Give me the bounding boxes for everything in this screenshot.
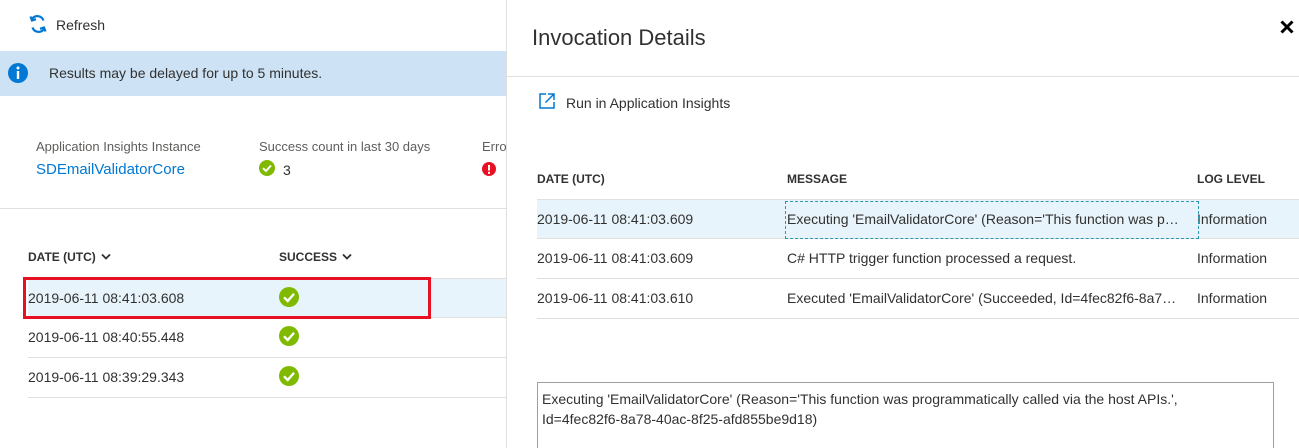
success-count-value: 3 [283, 161, 291, 178]
column-header-date: DATE (UTC) [537, 172, 605, 186]
refresh-icon [28, 14, 48, 37]
divider [0, 208, 506, 209]
log-message: C# HTTP trigger function processed a req… [787, 250, 1077, 266]
success-count: 3 [259, 160, 291, 179]
delay-banner: Results may be delayed for up to 5 minut… [0, 51, 506, 96]
log-message: Executing 'EmailValidatorCore' (Reason='… [787, 211, 1183, 227]
log-date: 2019-06-11 08:41:03.610 [537, 290, 694, 306]
table-row[interactable]: 2019-06-11 08:41:03.609 Executing 'Email… [537, 199, 1299, 239]
invocations-pane: Refresh Results may be delayed for up to… [0, 0, 506, 448]
log-level: Information [1197, 211, 1268, 227]
success-count-label: Success count in last 30 days [259, 139, 431, 154]
run-in-application-insights-button[interactable]: Run in Application Insights [538, 92, 730, 113]
table-row[interactable]: 2019-06-11 08:41:03.610 Executed 'EmailV… [537, 279, 1299, 319]
refresh-button[interactable]: Refresh [28, 14, 105, 36]
column-header-log-level: LOG LEVEL [1197, 172, 1266, 186]
column-header-success-label: SUCCESS [279, 250, 338, 264]
info-icon [7, 62, 29, 87]
log-date: 2019-06-11 08:41:03.609 [537, 250, 694, 266]
table-row[interactable]: 2019-06-11 08:41:03.609 C# HTTP trigger … [537, 239, 1299, 279]
column-header-message: MESSAGE [787, 172, 848, 186]
log-level: Information [1197, 290, 1268, 306]
table-row[interactable]: 2019-06-11 08:40:55.448 [28, 318, 506, 358]
instance-label: Application Insights Instance [36, 139, 201, 154]
invocation-details-pane: Invocation Details Run in Application In… [506, 0, 1299, 448]
error-count-label: Erro [482, 139, 506, 154]
log-level: Information [1197, 250, 1268, 266]
chevron-down-icon [342, 250, 352, 264]
instance-link[interactable]: SDEmailValidatorCore [36, 161, 185, 178]
highlight-box [23, 277, 431, 319]
log-message: Executed 'EmailValidatorCore' (Succeeded… [787, 290, 1183, 306]
column-header-date[interactable]: DATE (UTC) [28, 250, 111, 264]
success-check-icon [279, 326, 299, 349]
refresh-label: Refresh [56, 17, 106, 33]
error-icon [482, 162, 496, 179]
external-link-icon [538, 92, 556, 113]
divider [507, 76, 1299, 77]
log-date: 2019-06-11 08:41:03.609 [537, 211, 694, 227]
chevron-down-icon [101, 250, 111, 264]
banner-message: Results may be delayed for up to 5 minut… [49, 65, 323, 81]
message-detail-line: Id=4fec82f6-8a78-40ac-8f25-afd855be9d18) [542, 411, 818, 427]
column-header-success[interactable]: SUCCESS [279, 250, 352, 264]
row-date: 2019-06-11 08:40:55.448 [28, 329, 185, 345]
table-row[interactable]: 2019-06-11 08:39:29.343 [28, 358, 506, 398]
message-detail-box[interactable]: Executing 'EmailValidatorCore' (Reason='… [537, 382, 1274, 448]
column-header-date-label: DATE (UTC) [28, 250, 96, 264]
row-date: 2019-06-11 08:39:29.343 [28, 369, 185, 385]
run-in-application-insights-label: Run in Application Insights [566, 94, 731, 111]
message-detail-line: Executing 'EmailValidatorCore' (Reason='… [542, 391, 1178, 407]
success-check-icon [279, 366, 299, 389]
page-title: Invocation Details [532, 25, 706, 50]
success-check-icon [259, 160, 275, 179]
close-icon[interactable] [1280, 20, 1294, 37]
